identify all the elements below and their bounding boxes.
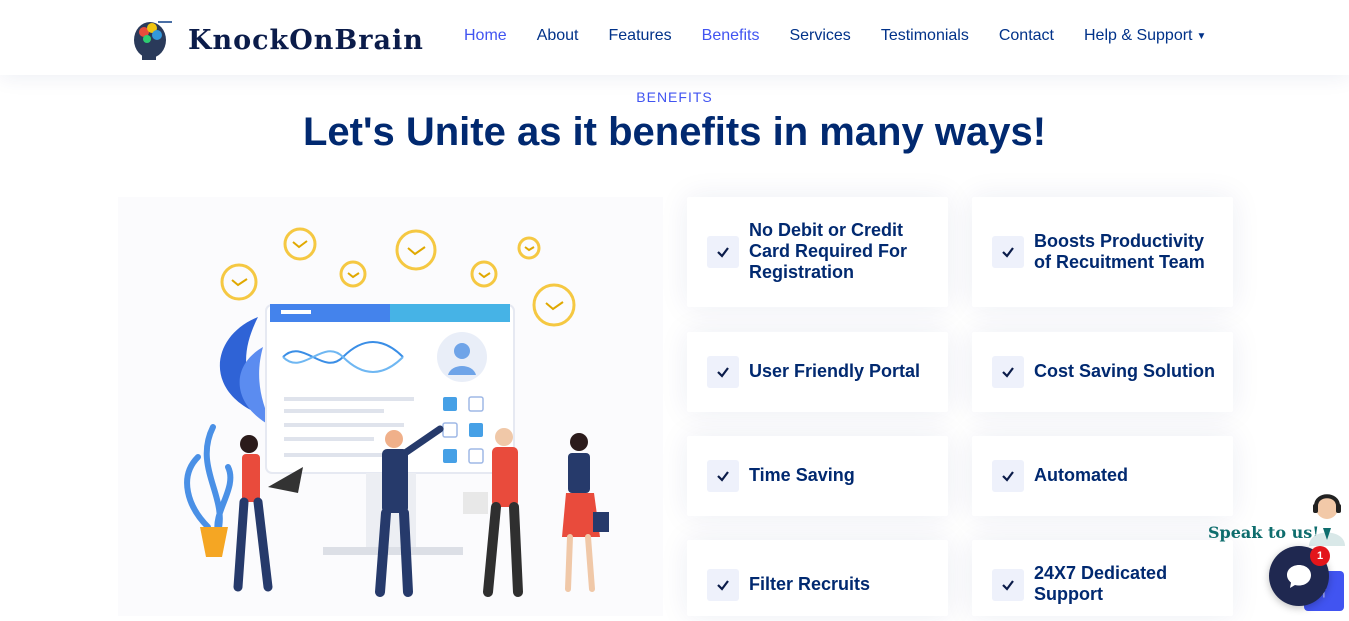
check-icon bbox=[707, 356, 739, 388]
benefit-card-cost-saving: Cost Saving Solution bbox=[972, 332, 1233, 412]
benefit-text: Automated bbox=[1034, 465, 1128, 485]
nav-benefits-label: Benefits bbox=[701, 27, 760, 44]
site-header: KnockOnBrain Home About Features Benefit… bbox=[0, 0, 1349, 75]
chat-unread-badge: 1 bbox=[1310, 546, 1330, 566]
benefit-card-time-saving: Time Saving bbox=[687, 436, 948, 516]
nav-features-label: Features bbox=[608, 27, 672, 44]
nav-testimonials-label: Testimonials bbox=[880, 27, 969, 44]
benefit-card-user-friendly: User Friendly Portal bbox=[687, 332, 948, 412]
benefit-card-boosts-productivity: Boosts Productivity of Recuitment Team bbox=[972, 197, 1233, 307]
nav-contact[interactable]: Contact bbox=[999, 27, 1054, 45]
nav-help-support-label: Help & Support bbox=[1083, 27, 1193, 44]
caret-down-icon: ▼ bbox=[1196, 30, 1207, 42]
nav-about-label: About bbox=[536, 27, 579, 44]
brand-name: KnockOnBrain bbox=[188, 24, 424, 56]
nav-features[interactable]: Features bbox=[609, 27, 672, 45]
check-icon bbox=[707, 236, 739, 268]
benefit-text: 24X7 Dedicated Support bbox=[1034, 563, 1168, 604]
nav-about[interactable]: About bbox=[537, 27, 579, 45]
nav-contact-label: Contact bbox=[998, 27, 1054, 44]
benefit-text: Cost Saving Solution bbox=[1034, 361, 1216, 381]
main-nav: Home About Features Benefits Services Te… bbox=[464, 27, 1206, 45]
benefit-text: Time Saving bbox=[749, 465, 855, 485]
benefit-card-filter-recruits: Filter Recruits bbox=[687, 540, 948, 616]
nav-testimonials[interactable]: Testimonials bbox=[881, 27, 969, 45]
nav-services[interactable]: Services bbox=[789, 27, 850, 45]
chat-bubble-icon bbox=[1287, 565, 1311, 588]
nav-help-support[interactable]: Help & Support ▼ bbox=[1084, 27, 1206, 45]
check-icon bbox=[707, 460, 739, 492]
section-label: BENEFITS bbox=[636, 89, 713, 105]
nav-home[interactable]: Home bbox=[464, 27, 507, 45]
brand-logo[interactable]: KnockOnBrain bbox=[128, 16, 424, 60]
support-agent-icon[interactable] bbox=[1303, 490, 1349, 546]
nav-benefits[interactable]: Benefits bbox=[702, 27, 760, 45]
check-icon bbox=[992, 569, 1024, 601]
section-title: Let's Unite as it benefits in many ways! bbox=[302, 110, 1047, 154]
check-icon bbox=[992, 460, 1024, 492]
brain-head-icon bbox=[134, 21, 172, 60]
check-icon bbox=[992, 236, 1024, 268]
benefit-text: User Friendly Portal bbox=[749, 361, 921, 381]
check-icon bbox=[992, 356, 1024, 388]
check-icon bbox=[707, 569, 739, 601]
team-dashboard-illustration bbox=[184, 227, 609, 597]
benefit-text: No Debit or Credit Card Required For Reg… bbox=[749, 220, 908, 282]
benefit-text: Filter Recruits bbox=[749, 574, 871, 594]
nav-home-label: Home bbox=[464, 27, 507, 44]
nav-services-label: Services bbox=[789, 27, 851, 44]
benefit-card-dedicated-support: 24X7 Dedicated Support bbox=[972, 540, 1233, 616]
benefit-card-no-card-required: No Debit or Credit Card Required For Reg… bbox=[687, 197, 948, 307]
benefit-text: Boosts Productivity of Recuitment Team bbox=[1034, 231, 1205, 272]
benefit-card-automated: Automated bbox=[972, 436, 1233, 516]
benefits-illustration bbox=[118, 197, 663, 616]
